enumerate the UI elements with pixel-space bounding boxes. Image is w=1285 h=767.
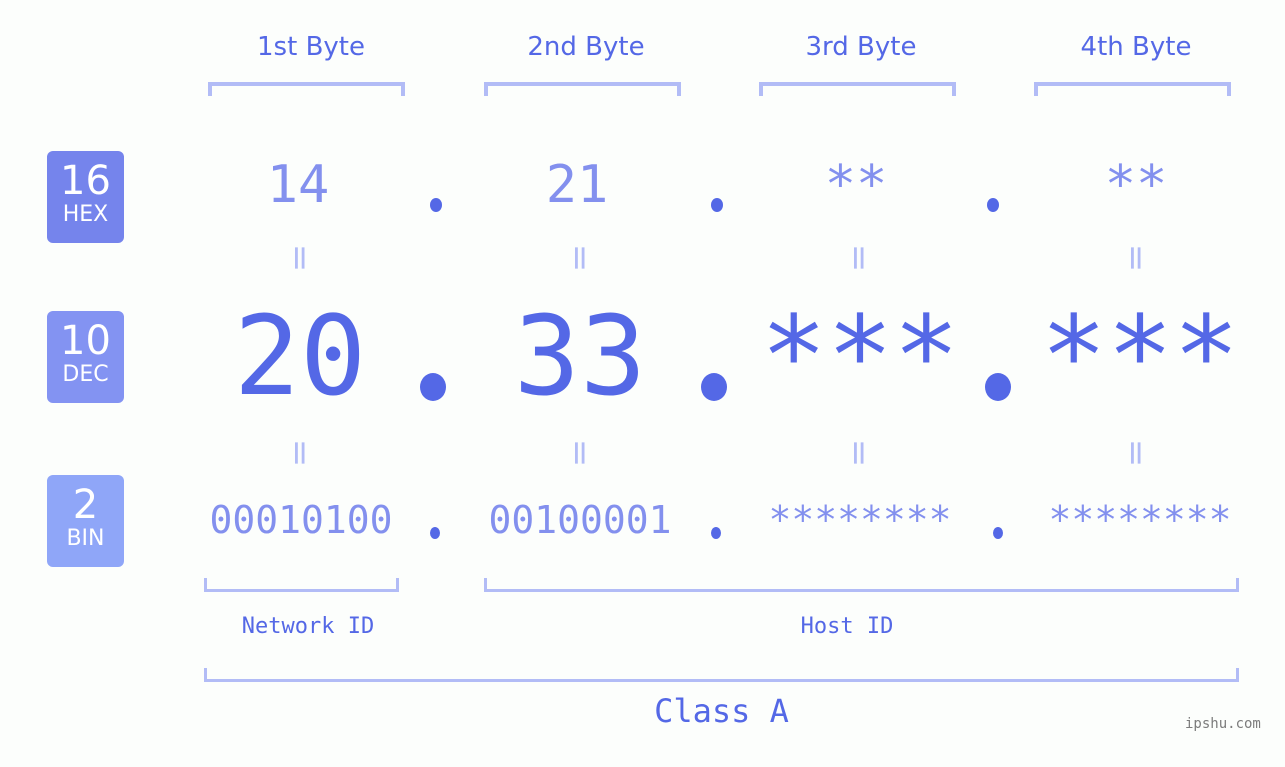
byte-label-1: 1st Byte bbox=[257, 32, 365, 62]
byte-bracket-1 bbox=[208, 82, 405, 96]
equals-icon: = bbox=[839, 243, 879, 273]
class-bracket bbox=[204, 668, 1239, 682]
equals-icon: = bbox=[280, 438, 320, 468]
byte-bracket-3 bbox=[759, 82, 956, 96]
bin-badge-base: 2 bbox=[72, 482, 99, 528]
dec-value-2: 33 bbox=[513, 292, 647, 420]
bin-value-2: 00100001 bbox=[488, 498, 672, 542]
byte-bracket-2 bbox=[484, 82, 681, 96]
bin-dot-2 bbox=[711, 527, 721, 539]
hex-badge-label: HEX bbox=[62, 202, 109, 227]
bin-value-1: 00010100 bbox=[209, 498, 393, 542]
dec-badge-label: DEC bbox=[62, 362, 109, 387]
hex-value-3: ** bbox=[824, 155, 888, 215]
host-id-label: Host ID bbox=[800, 614, 894, 639]
hex-badge-base: 16 bbox=[60, 158, 111, 204]
hex-badge: 16 HEX bbox=[47, 151, 124, 243]
hex-value-4: ** bbox=[1104, 155, 1168, 215]
hex-dot-2 bbox=[711, 198, 723, 212]
dec-dot-1 bbox=[420, 373, 446, 401]
bin-value-4: ******** bbox=[1048, 498, 1232, 542]
dec-badge: 10 DEC bbox=[47, 311, 124, 403]
hex-value-2: 21 bbox=[545, 155, 609, 215]
dec-badge-base: 10 bbox=[60, 318, 111, 364]
host-id-bracket bbox=[484, 578, 1239, 592]
dec-value-1: 20 bbox=[233, 292, 367, 420]
dec-dot-2 bbox=[701, 373, 727, 401]
equals-icon: = bbox=[280, 243, 320, 273]
equals-icon: = bbox=[839, 438, 879, 468]
bin-badge: 2 BIN bbox=[47, 475, 124, 567]
equals-icon: = bbox=[560, 243, 600, 273]
byte-label-2: 2nd Byte bbox=[527, 32, 645, 62]
byte-label-4: 4th Byte bbox=[1080, 32, 1192, 62]
bin-dot-3 bbox=[993, 527, 1003, 539]
dec-value-3: *** bbox=[760, 292, 960, 420]
hex-dot-3 bbox=[987, 198, 999, 212]
watermark: ipshu.com bbox=[1185, 716, 1261, 732]
class-label: Class A bbox=[654, 692, 789, 730]
network-id-bracket bbox=[204, 578, 399, 592]
equals-icon: = bbox=[1116, 438, 1156, 468]
bin-badge-label: BIN bbox=[66, 526, 105, 551]
byte-label-3: 3rd Byte bbox=[805, 32, 917, 62]
equals-icon: = bbox=[560, 438, 600, 468]
byte-bracket-4 bbox=[1034, 82, 1231, 96]
bin-value-3: ******** bbox=[768, 498, 952, 542]
equals-icon: = bbox=[1116, 243, 1156, 273]
dec-dot-3 bbox=[985, 373, 1011, 401]
hex-dot-1 bbox=[430, 198, 442, 212]
hex-value-1: 14 bbox=[266, 155, 330, 215]
dec-value-4: *** bbox=[1040, 292, 1240, 420]
bin-dot-1 bbox=[430, 527, 440, 539]
network-id-label: Network ID bbox=[241, 614, 375, 639]
